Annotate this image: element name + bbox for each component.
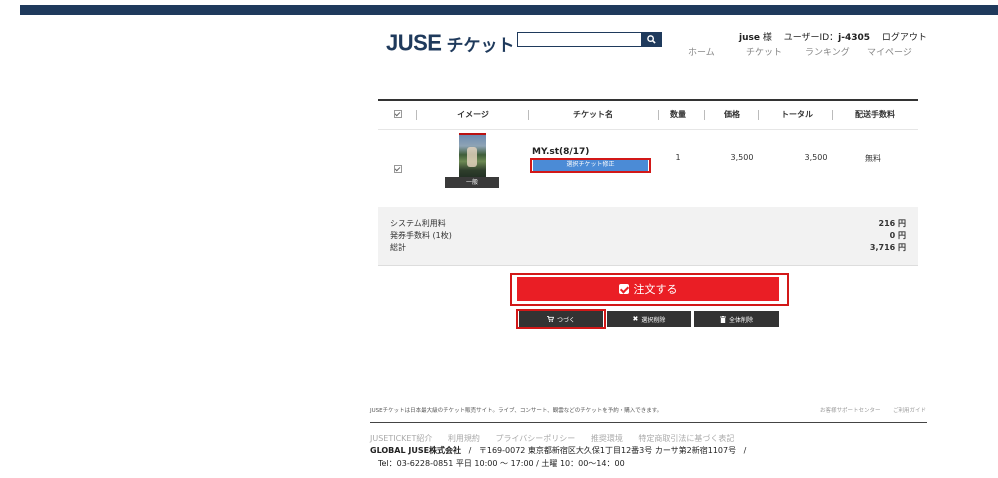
column-divider	[528, 110, 529, 120]
logo-kana: チケット	[446, 36, 515, 56]
ticket-thumbnail[interactable]: 一般	[445, 131, 499, 188]
continue-button[interactable]: つづく	[519, 311, 603, 327]
user-id-label: ユーザーID：	[783, 33, 839, 43]
column-divider	[704, 110, 705, 120]
issue-fee-value: 0 円	[889, 231, 906, 240]
cart-item-row: 一般 MY.st(8/17) 選択チケット修正 1 3,500 3,500 無料	[378, 127, 918, 197]
footer-link-commerce-law[interactable]: 特定商取引法に基づく表記	[638, 434, 734, 443]
ticket-type-label: 一般	[445, 177, 499, 188]
footer-company-info: GLOBAL JUSE株式会社 / 〒169-0072 東京都新宿区大久保1丁目…	[370, 446, 747, 455]
column-price: 価格	[724, 110, 740, 119]
column-divider	[832, 110, 833, 120]
ticket-name: MY.st(8/17)	[532, 147, 590, 157]
logout-link[interactable]: ログアウト	[882, 33, 927, 43]
item-select-cell	[394, 157, 402, 176]
cart-icon	[547, 316, 554, 322]
nav-mypage[interactable]: マイページ	[867, 45, 912, 58]
item-total: 3,500	[804, 153, 828, 162]
footer-links: JUSETICKET紹介 利用規約 プライバシーポリシー 推奨環境 特定商取引法…	[370, 433, 747, 444]
item-quantity: 1	[675, 153, 681, 162]
footer-divider	[370, 422, 927, 423]
user-name: juse	[739, 33, 760, 43]
user-id-value: j-4305	[838, 33, 870, 43]
order-button[interactable]: 注文する	[517, 277, 779, 301]
search-icon	[647, 35, 656, 44]
column-divider	[658, 110, 659, 120]
company-address: 〒169-0072 東京都新宿区大久保1丁目12番3号 カーサ第2新宿1107号	[478, 446, 737, 455]
column-shipping: 配送手数料	[855, 110, 895, 119]
nav-ranking[interactable]: ランキング	[805, 45, 850, 58]
support-center-link[interactable]: お客様サポートセンター	[820, 406, 881, 414]
nav-ticket[interactable]: チケット	[746, 45, 782, 58]
logo-main: JUSE	[386, 29, 442, 56]
column-ticket-name: チケット名	[573, 110, 613, 119]
select-all-cell	[388, 101, 408, 129]
user-info: juse 様 ユーザーID：j-4305 ログアウト	[739, 30, 927, 43]
select-all-checkbox[interactable]	[394, 110, 402, 118]
user-honorific: 様	[762, 33, 772, 43]
item-shipping: 無料	[865, 154, 881, 163]
system-fee-label: システム利用料	[390, 219, 446, 228]
item-checkbox[interactable]	[394, 165, 402, 173]
delete-all-label: 全体削除	[728, 317, 753, 324]
issue-fee-label: 発券手数料 (1枚)	[390, 231, 452, 240]
search-input[interactable]	[517, 32, 643, 47]
site-logo[interactable]: JUSE チケット	[386, 29, 515, 56]
column-divider	[758, 110, 759, 120]
fee-summary: システム利用料 216 円 発券手数料 (1枚) 0 円 総計 3,716 円	[378, 207, 918, 266]
cart-table-header: イメージ チケット名 数量 価格 トータル 配送手数料	[378, 99, 918, 130]
nav-home[interactable]: ホーム	[688, 45, 715, 58]
item-price: 3,500	[730, 153, 754, 162]
delete-all-button[interactable]: 全体削除	[694, 311, 779, 327]
user-guide-link[interactable]: ご利用ガイド	[893, 406, 926, 414]
delete-selected-label: 選択削除	[641, 317, 666, 324]
footer-description: JUSEチケットは日本最大級のチケット販売サイト。ライブ、コンサート、観雲などの…	[370, 408, 663, 414]
system-fee-value: 216 円	[878, 219, 906, 228]
ticket-poster-image	[459, 133, 486, 179]
close-icon: ✖	[632, 316, 639, 323]
grand-total-value: 3,716 円	[869, 243, 906, 252]
footer-link-terms[interactable]: 利用規約	[448, 434, 480, 443]
continue-label: つづく	[556, 317, 575, 324]
check-icon	[618, 284, 629, 294]
footer-link-environment[interactable]: 推奨環境	[591, 434, 623, 443]
column-total: トータル	[781, 110, 813, 119]
search-button[interactable]	[641, 32, 662, 47]
trash-icon	[719, 315, 726, 323]
column-quantity: 数量	[670, 110, 686, 119]
delete-selected-button[interactable]: ✖ 選択削除	[607, 311, 691, 327]
column-divider	[416, 110, 417, 120]
footer-tel: Tel：03-6228-0851 平日 10:00 ～ 17:00 / 土曜 1…	[378, 459, 625, 468]
company-name: GLOBAL JUSE株式会社	[370, 446, 462, 455]
footer-link-about[interactable]: JUSETICKET紹介	[370, 434, 432, 443]
top-bar	[20, 5, 998, 15]
modify-ticket-button[interactable]: 選択チケット修正	[533, 160, 648, 171]
order-button-label: 注文する	[633, 284, 678, 296]
column-image: イメージ	[457, 110, 489, 119]
footer-link-privacy[interactable]: プライバシーポリシー	[495, 434, 575, 443]
grand-total-label: 総計	[390, 243, 406, 252]
